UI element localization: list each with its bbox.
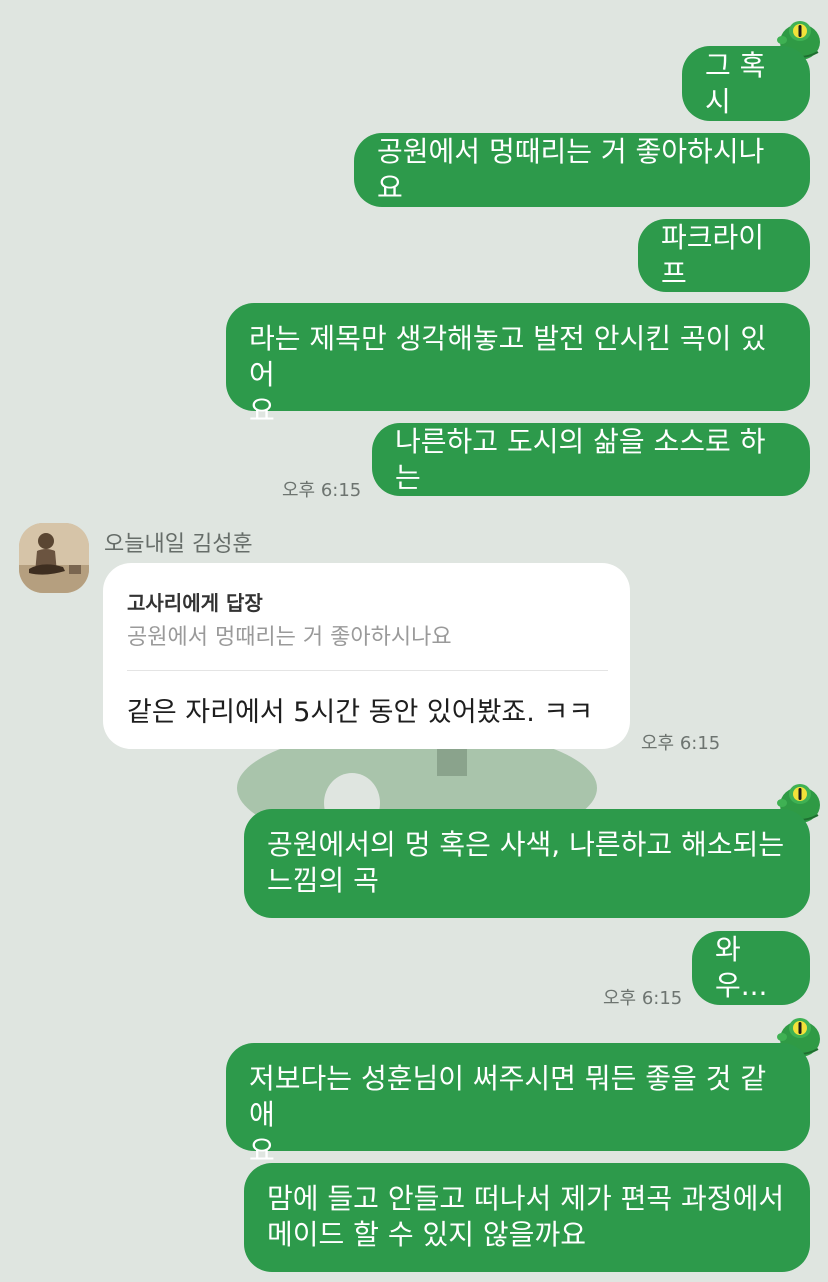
sent-message-bubble[interactable]: 나른하고 도시의 삶을 소스로 하는 (372, 423, 810, 496)
message-text: 메이드 할 수 있지 않을까요 (267, 1218, 586, 1251)
guitarist-avatar-icon (19, 523, 89, 593)
message-text: 파크라이프 (661, 220, 765, 290)
message-text: 공원에서 멍때리는 거 좋아하시나요 (377, 135, 765, 204)
message-text: 저보다는 성훈님이 써주시면 뭐든 좋을 것 같애 (249, 1062, 767, 1131)
sent-message-bubble[interactable]: 그 혹시 (682, 46, 810, 121)
sent-message-bubble[interactable]: 파크라이프 (638, 219, 810, 292)
message-text: 와우... (715, 933, 768, 1002)
sent-message-bubble[interactable]: 공원에서의 멍 혹은 사색, 나른하고 해소되는 느낌의 곡 (244, 809, 810, 918)
sent-message-bubble[interactable]: 와우... (692, 931, 810, 1005)
sender-name: 오늘내일 김성훈 (104, 532, 253, 557)
sent-message-bubble[interactable]: 공원에서 멍때리는 거 좋아하시나요 (354, 133, 810, 207)
message-timestamp: 오후 6:15 (603, 988, 683, 1009)
sender-avatar[interactable] (19, 523, 89, 593)
message-text: 느낌의 곡 (267, 864, 379, 897)
message-text: 같은 자리에서 5시간 동안 있어봤죠. ㅋㅋ (127, 697, 594, 728)
message-text: 그 혹시 (705, 48, 766, 118)
received-message-bubble[interactable]: 고사리에게 답장 공원에서 멍때리는 거 좋아하시나요 같은 자리에서 5시간 … (103, 563, 630, 749)
reply-title: 고사리에게 답장 (127, 591, 263, 615)
sent-message-bubble[interactable]: 라는 제목만 생각해놓고 발전 안시킨 곡이 있어 요 (226, 303, 810, 427)
reply-quoted-text[interactable]: 공원에서 멍때리는 거 좋아하시나요 (127, 619, 452, 651)
message-text: 맘에 들고 안들고 떠나서 제가 편곡 과정에서 (267, 1182, 785, 1215)
sent-message-bubble[interactable]: 저보다는 성훈님이 써주시면 뭐든 좋을 것 같애 요 (226, 1043, 810, 1167)
message-timestamp: 오후 6:15 (641, 733, 721, 754)
message-text: 나른하고 도시의 삶을 소스로 하는 (395, 424, 766, 494)
message-timestamp: 오후 6:15 (282, 480, 362, 501)
sent-message-bubble[interactable]: 맘에 들고 안들고 떠나서 제가 편곡 과정에서 메이드 할 수 있지 않을까요 (244, 1163, 810, 1272)
message-text: 라는 제목만 생각해놓고 발전 안시킨 곡이 있어 (249, 322, 767, 391)
message-text: 공원에서의 멍 혹은 사색, 나른하고 해소되는 (267, 828, 785, 861)
reply-divider (127, 670, 608, 671)
